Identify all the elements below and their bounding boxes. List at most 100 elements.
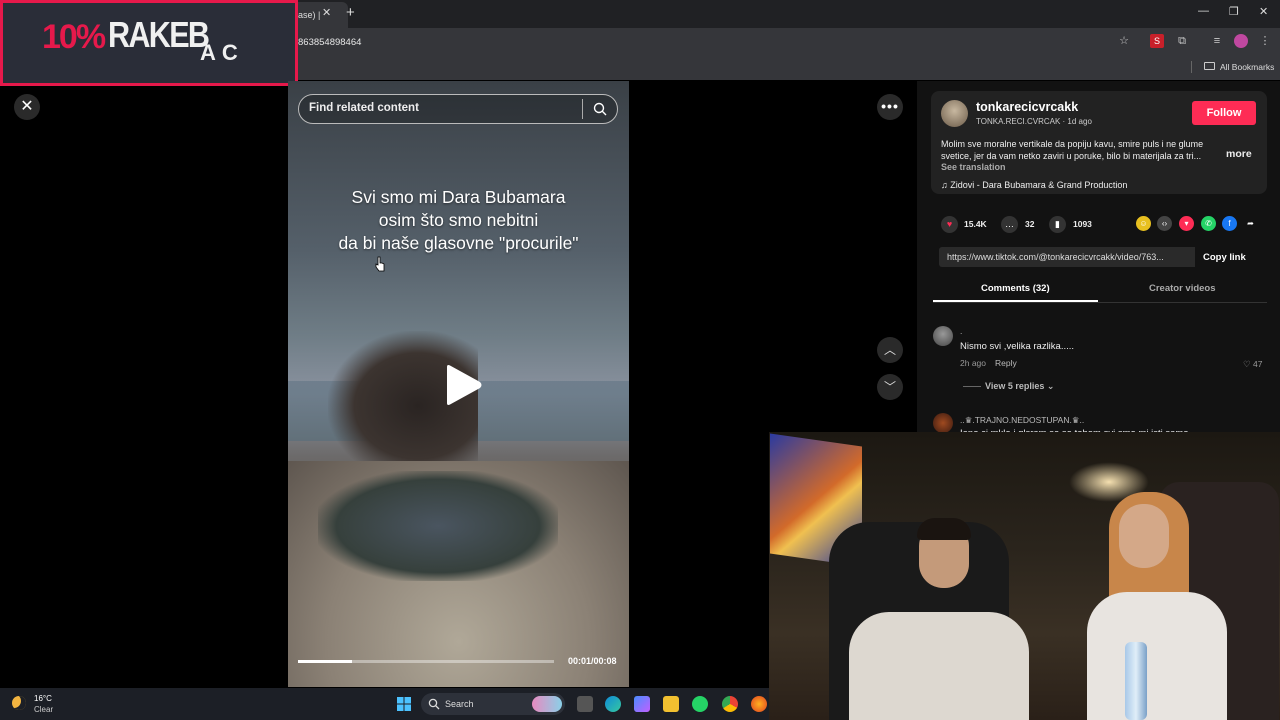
windows-taskbar — [0, 688, 769, 720]
file-explorer-icon[interactable] — [663, 696, 679, 712]
moon-weather-icon[interactable] — [12, 696, 26, 710]
creator-username[interactable]: tonkarecicvrcakk — [976, 100, 1078, 114]
restore-icon[interactable]: ❐ — [1229, 5, 1239, 18]
weather-temperature[interactable]: 16°C — [34, 694, 52, 703]
save-count: 1093 — [1073, 219, 1092, 229]
caption-line-3: da bi naše glasovne "procurile" — [338, 233, 579, 253]
music-note-icon: ♫ — [941, 180, 951, 190]
send-friend-icon[interactable]: ▾ — [1179, 216, 1194, 231]
profile-avatar-icon[interactable] — [1234, 34, 1248, 48]
chrome-icon[interactable] — [722, 696, 738, 712]
comment-avatar[interactable] — [933, 413, 953, 433]
new-tab-icon[interactable]: + — [346, 4, 355, 21]
next-video-button[interactable]: ﹀ — [877, 374, 903, 400]
view-replies-label: View 5 replies — [985, 381, 1045, 391]
folder-icon — [1204, 62, 1215, 70]
bookmark-star-icon[interactable]: ☆ — [1117, 34, 1131, 48]
weather-condition[interactable]: Clear — [34, 705, 53, 714]
video-caption: Svi smo mi Dara Bubamara osim što smo ne… — [288, 186, 629, 255]
creator-handle: TONKA.RECI.CVRCAK · 1d ago — [976, 117, 1092, 126]
replies-line — [963, 386, 981, 387]
windows-start-icon[interactable] — [397, 697, 411, 711]
webcam-overlay — [769, 432, 1280, 720]
comment-reply-button[interactable]: Reply — [995, 358, 1017, 368]
man-shirt — [849, 612, 1029, 720]
tab-creator-videos[interactable]: Creator videos — [1149, 283, 1216, 294]
firefox-icon[interactable] — [751, 696, 767, 712]
caption-line-1: Svi smo mi Dara Bubamara — [351, 187, 566, 207]
caption-line-2: osim što smo nebitni — [378, 210, 539, 230]
embed-code-icon[interactable]: ‹› — [1157, 216, 1172, 231]
webcam-man — [829, 518, 1029, 720]
follow-button[interactable]: Follow — [1192, 101, 1256, 125]
more-options-button[interactable]: ••• — [877, 94, 903, 120]
search-divider — [582, 99, 583, 119]
comment-text: Nismo svi ,velika razlika..... — [960, 341, 1075, 352]
comment-like-count: 47 — [1252, 359, 1263, 369]
media-control-icon[interactable]: ≡ — [1210, 34, 1224, 48]
search-icon[interactable] — [593, 102, 607, 116]
comment-count: 32 — [1025, 219, 1035, 229]
video-time: 00:01/00:08 — [568, 656, 617, 666]
bookmarks-separator — [1191, 61, 1192, 73]
water-bottle — [1125, 642, 1147, 720]
comment-time: 2h ago — [960, 358, 986, 368]
previous-video-button[interactable]: ︿ — [877, 337, 903, 363]
save-bookmark-icon[interactable]: ▮ — [1049, 216, 1066, 233]
comment-heart-icon: ♡ — [1243, 359, 1253, 369]
promo-tail: AC — [200, 40, 244, 65]
tab-comments[interactable]: Comments (32) — [981, 283, 1050, 294]
url-field[interactable]: 863854898464 — [298, 37, 361, 48]
task-view-icon[interactable] — [577, 696, 593, 712]
comment-like[interactable]: ♡ 47 — [1243, 359, 1262, 370]
search-highlight-icon[interactable] — [532, 696, 562, 712]
video-person — [328, 331, 478, 481]
music-title: Zidovi - Dara Bubamara & Grand Productio… — [950, 180, 1128, 190]
taskbar-search-label: Search — [445, 699, 474, 709]
promo-percent: 10% — [42, 18, 106, 56]
related-search-placeholder: Find related content — [309, 102, 419, 114]
video-link[interactable]: https://www.tiktok.com/@tonkarecicvrcakk… — [947, 252, 1164, 262]
like-heart-icon[interactable]: ♥ — [941, 216, 958, 233]
comment-username[interactable]: ..♛.TRAJNO.NEDOSTUPAN.♛.. — [960, 415, 1084, 426]
like-count: 15.4K — [964, 219, 987, 229]
facebook-icon[interactable]: f — [1222, 216, 1237, 231]
tab-title: ase) | — [298, 10, 321, 20]
video-progress-fill — [298, 660, 352, 663]
extension-s-icon[interactable]: S — [1150, 34, 1164, 48]
video-description: Molim sve moralne vertikale da popiju ka… — [941, 139, 1204, 161]
browser-menu-icon[interactable]: ⋮ — [1258, 34, 1272, 48]
copy-link-button[interactable]: Copy link — [1203, 252, 1246, 263]
edge-icon[interactable] — [605, 696, 621, 712]
woman-head — [1119, 504, 1169, 568]
chevron-down-icon: ⌄ — [1044, 381, 1055, 391]
description-more-link[interactable]: more — [1226, 148, 1252, 160]
tab-divider — [933, 302, 1267, 303]
woman-top — [1087, 592, 1227, 720]
all-bookmarks-link[interactable]: All Bookmarks — [1220, 62, 1274, 72]
taskbar-search-icon — [428, 698, 440, 710]
extensions-puzzle-icon[interactable]: ⧉ — [1175, 34, 1189, 48]
video-towel — [318, 471, 558, 581]
share-arrow-icon[interactable]: ➦ — [1243, 216, 1258, 231]
view-replies-button[interactable]: View 5 replies ⌄ — [985, 381, 1054, 392]
music-track[interactable]: ♫ Zidovi - Dara Bubamara & Grand Product… — [941, 180, 1127, 190]
minimize-icon[interactable]: — — [1198, 5, 1209, 17]
copilot-icon[interactable] — [634, 696, 650, 712]
creator-avatar[interactable] — [941, 100, 968, 127]
whatsapp-taskbar-icon[interactable] — [692, 696, 708, 712]
promo-word: RAKEB — [108, 14, 210, 55]
see-translation-link[interactable]: See translation — [941, 162, 1006, 172]
play-icon[interactable] — [443, 364, 483, 406]
comment-username[interactable]: . — [960, 326, 962, 336]
comment-avatar[interactable] — [933, 326, 953, 346]
browser-tab[interactable]: ase) | — [290, 2, 348, 28]
tab-close-icon[interactable]: ✕ — [322, 6, 331, 19]
whatsapp-icon[interactable]: ✆ — [1201, 216, 1216, 231]
close-video-button[interactable]: ✕ — [14, 94, 40, 120]
man-hair — [917, 518, 971, 540]
hand-cursor-icon — [375, 256, 385, 272]
share-emoji-icon[interactable]: ☺ — [1136, 216, 1151, 231]
comment-icon[interactable]: … — [1001, 216, 1018, 233]
window-close-icon[interactable]: ✕ — [1259, 5, 1268, 18]
